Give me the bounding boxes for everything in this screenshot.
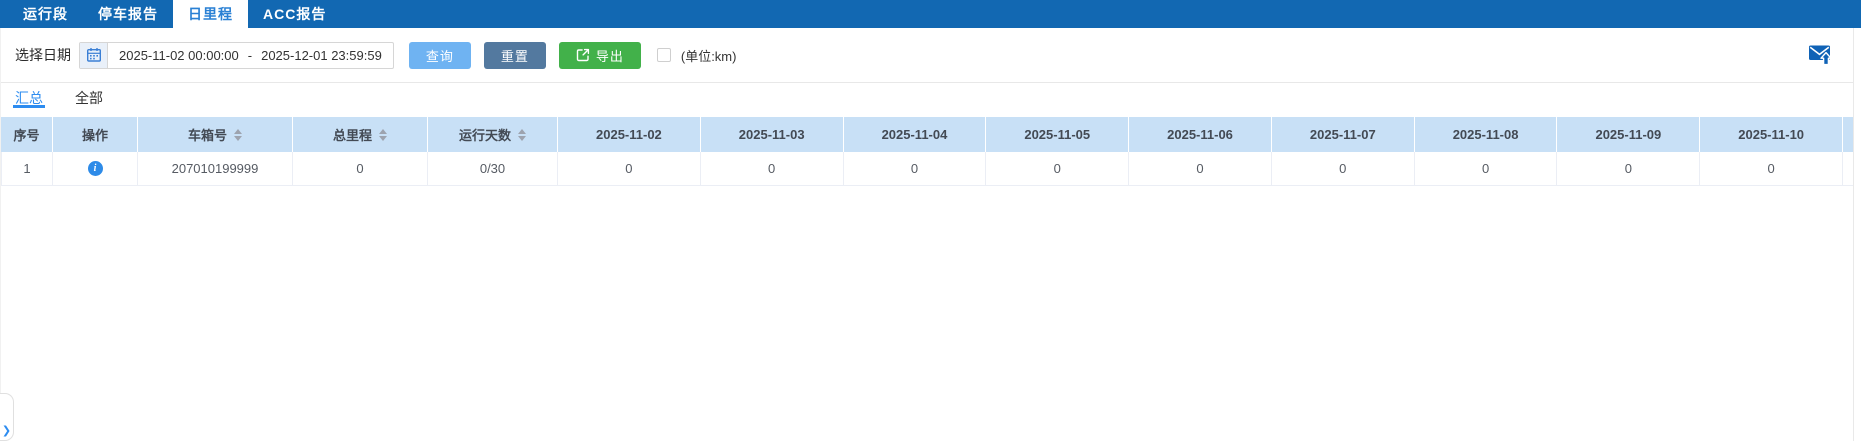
unit-label: (单位:km) [681, 46, 737, 65]
unit-checkbox[interactable] [657, 48, 671, 62]
cell-daily-mileage: 0 [1557, 152, 1700, 185]
column-label: 2025-11-06 [1167, 127, 1233, 142]
cell-partial [1843, 152, 1853, 185]
cell-daily-mileage: 0 [1415, 152, 1558, 185]
filter-toolbar: 选择日期 2025-11-02 00:00:00 - 2025- [1, 28, 1853, 83]
column-header-vehicle-no[interactable]: 车箱号 [138, 117, 293, 152]
query-button[interactable]: 查询 [409, 42, 471, 69]
column-header-partial [1843, 117, 1853, 152]
column-header-d2: 2025-11-03 [701, 117, 844, 152]
sidebar-expand-handle[interactable]: ❯ [0, 393, 14, 441]
sort-icon[interactable] [518, 129, 526, 141]
daily-mileage-panel: 选择日期 2025-11-02 00:00:00 - 2025- [0, 28, 1854, 441]
cell-daily-mileage: 0 [1700, 152, 1843, 185]
column-label: 2025-11-03 [739, 127, 805, 142]
sort-icon[interactable] [234, 129, 242, 141]
cell-daily-mileage: 0 [701, 152, 844, 185]
column-label: 运行天数 [459, 125, 511, 144]
column-header-d5: 2025-11-06 [1129, 117, 1272, 152]
export-button[interactable]: 导出 [559, 42, 641, 69]
column-label: 2025-11-02 [596, 127, 662, 142]
table-body: 1i20701019999900/30000000000 [1, 152, 1853, 186]
cell-run-days: 0/30 [428, 152, 558, 185]
calendar-icon[interactable] [80, 43, 108, 68]
column-label: 2025-11-10 [1738, 127, 1804, 142]
mileage-table: 序号 操作 车箱号 总里程 运行天数 2025-11-02 2025-11-03 2025-1… [1, 117, 1853, 186]
column-label: 2025-11-05 [1024, 127, 1090, 142]
cell-index: 1 [1, 152, 53, 185]
tab-daily-mileage[interactable]: 日里程 [173, 0, 248, 28]
cell-daily-mileage: 0 [844, 152, 987, 185]
date-range-start: 2025-11-02 00:00:00 [119, 48, 239, 63]
reset-button[interactable]: 重置 [484, 42, 546, 69]
date-range-separator: - [248, 48, 252, 63]
table-header-row: 序号 操作 车箱号 总里程 运行天数 2025-11-02 2025-11-03 2025-1… [1, 117, 1853, 152]
column-header-total-mileage[interactable]: 总里程 [293, 117, 428, 152]
info-icon[interactable]: i [88, 161, 103, 176]
column-header-d9: 2025-11-10 [1700, 117, 1843, 152]
column-header-d4: 2025-11-05 [986, 117, 1129, 152]
column-label: 车箱号 [188, 125, 227, 144]
cell-vehicle-no: 207010199999 [138, 152, 293, 185]
column-label: 序号 [13, 125, 39, 144]
tab-parking-report[interactable]: 停车报告 [83, 0, 173, 28]
date-picker-label: 选择日期 [15, 45, 71, 65]
column-header-index: 序号 [1, 117, 53, 152]
view-subtabs: 汇总 全部 [1, 83, 1853, 108]
column-header-run-days[interactable]: 运行天数 [428, 117, 558, 152]
cell-daily-mileage: 0 [986, 152, 1129, 185]
column-label: 2025-11-09 [1595, 127, 1661, 142]
mail-report-icon[interactable] [1808, 44, 1833, 66]
tab-running-segment[interactable]: 运行段 [8, 0, 83, 28]
column-header-d8: 2025-11-09 [1557, 117, 1700, 152]
subtab-all[interactable]: 全部 [73, 86, 105, 108]
tab-acc-report[interactable]: ACC报告 [248, 0, 341, 28]
sort-icon[interactable] [379, 129, 387, 141]
cell-operation: i [53, 152, 138, 185]
export-button-label: 导出 [596, 46, 624, 65]
chevron-right-icon: ❯ [2, 424, 11, 437]
column-header-d7: 2025-11-08 [1415, 117, 1558, 152]
cell-daily-mileage: 0 [558, 152, 701, 185]
column-label: 总里程 [333, 125, 372, 144]
export-icon [576, 48, 590, 62]
cell-daily-mileage: 0 [1129, 152, 1272, 185]
date-range-end: 2025-12-01 23:59:59 [261, 48, 382, 63]
table-row: 1i20701019999900/30000000000 [1, 152, 1853, 186]
column-header-d3: 2025-11-04 [844, 117, 987, 152]
cell-daily-mileage: 0 [1272, 152, 1415, 185]
column-label: 操作 [82, 125, 108, 144]
column-label: 2025-11-04 [882, 127, 948, 142]
subtab-summary[interactable]: 汇总 [13, 86, 45, 108]
column-label: 2025-11-08 [1453, 127, 1519, 142]
cell-total-mileage: 0 [293, 152, 428, 185]
column-header-d6: 2025-11-07 [1272, 117, 1415, 152]
column-header-d1: 2025-11-02 [558, 117, 701, 152]
report-tab-bar: 运行段 停车报告 日里程 ACC报告 [0, 0, 1861, 28]
column-header-operation: 操作 [53, 117, 138, 152]
column-label: 2025-11-07 [1310, 127, 1376, 142]
date-range-input[interactable]: 2025-11-02 00:00:00 - 2025-12-01 23:59:5… [79, 42, 394, 69]
date-range-value[interactable]: 2025-11-02 00:00:00 - 2025-12-01 23:59:5… [108, 43, 393, 68]
